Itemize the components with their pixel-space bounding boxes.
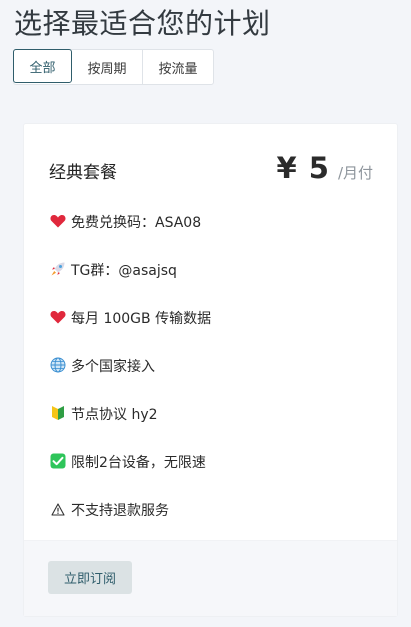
- heart-icon: [49, 308, 67, 326]
- globe-icon: [49, 356, 67, 374]
- price-amount: ¥ 5: [276, 151, 330, 185]
- feature-text: TG群：@asajsq: [71, 263, 177, 279]
- feature-item: TG群：@asajsq: [49, 260, 211, 308]
- feature-item: 免费兑换码：ASA08: [49, 212, 211, 260]
- rocket-icon: [49, 260, 67, 278]
- page-title: 选择最适合您的计划: [14, 7, 271, 40]
- feature-item: 限制2台设备，无限速: [49, 452, 211, 500]
- check-mark-icon: [49, 452, 67, 470]
- feature-text: 多个国家接入: [71, 359, 155, 375]
- feature-item: 多个国家接入: [49, 356, 211, 404]
- plan-name: 经典套餐: [49, 163, 117, 183]
- subscribe-button[interactable]: 立即订阅: [48, 561, 132, 594]
- tab-by-period[interactable]: 按周期: [72, 50, 143, 84]
- feature-item: 每月 100GB 传输数据: [49, 308, 211, 356]
- tab-by-traffic[interactable]: 按流量: [143, 50, 213, 84]
- feature-text: 不支持退款服务: [71, 503, 169, 519]
- beginner-icon: [49, 404, 67, 422]
- feature-text: 每月 100GB 传输数据: [71, 311, 212, 327]
- feature-list: 免费兑换码：ASA08 TG群：@asajsq 每月 100GB 传输数据 多个…: [49, 212, 211, 548]
- warning-icon: [49, 500, 67, 518]
- tab-all[interactable]: 全部: [13, 49, 72, 83]
- feature-text: 免费兑换码：ASA08: [71, 215, 202, 231]
- feature-text: 限制2台设备，无限速: [71, 455, 206, 471]
- price-period: /月付: [337, 164, 373, 182]
- plan-filter-tabs: 全部 按周期 按流量: [13, 49, 214, 85]
- heart-icon: [49, 212, 67, 230]
- card-footer: 立即订阅: [24, 540, 397, 616]
- plan-card: 经典套餐 ¥ 5 /月付 免费兑换码：ASA08 TG群：@asajsq 每月 …: [23, 123, 398, 617]
- plan-price: ¥ 5 /月付: [276, 151, 373, 185]
- feature-text: 节点协议 hy2: [71, 407, 158, 423]
- feature-item: 节点协议 hy2: [49, 404, 211, 452]
